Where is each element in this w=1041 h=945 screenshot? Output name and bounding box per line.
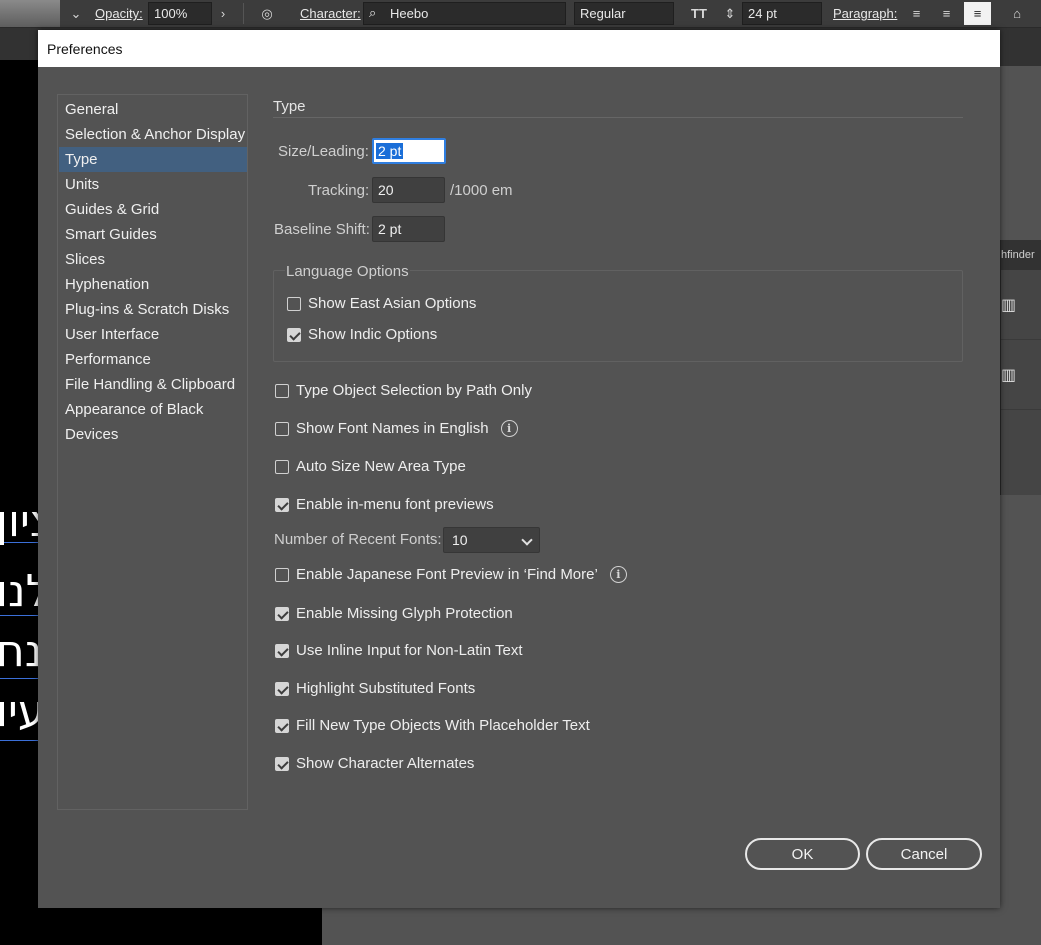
tracking-input[interactable]: 20 [372,177,445,203]
checkbox-label: Highlight Substituted Fonts [296,680,476,697]
size-leading-label: Size/Leading: [278,143,369,160]
checkbox-label: Enable in-menu font previews [296,496,494,513]
checkbox-label: Show East Asian Options [308,295,477,312]
paragraph-label[interactable]: Paragraph: [833,0,897,27]
baseline-shift-label: Baseline Shift: [274,221,370,238]
type-object-selection-path-only-checkbox[interactable]: Type Object Selection by Path Only [275,382,532,399]
category-general[interactable]: General [59,97,247,122]
font-size-input[interactable]: 24 pt [742,2,822,25]
fill-placeholder-text-checkbox[interactable]: Fill New Type Objects With Placeholder T… [275,717,590,734]
info-icon[interactable]: i [500,420,518,437]
ok-button[interactable]: OK [745,838,860,870]
pathfinder-panel: hfinder ▥ ▥ [1000,240,1041,495]
checkbox-checked-icon [275,643,289,658]
pathfinder-tab[interactable]: hfinder [1001,240,1041,270]
recolor-artwork-icon[interactable]: ◎ [255,2,279,25]
checkbox-checked-icon [275,497,289,512]
envelope-warp-icon[interactable]: ⌂ [1003,2,1031,25]
font-style-value: Regular [580,6,626,21]
baseline-shift-input[interactable]: 2 pt [372,216,445,242]
highlight-substituted-fonts-checkbox[interactable]: Highlight Substituted Fonts [275,680,475,697]
character-label[interactable]: Character: [300,0,361,27]
use-inline-input-checkbox[interactable]: Use Inline Input for Non-Latin Text [275,642,523,659]
enable-missing-glyph-protection-checkbox[interactable]: Enable Missing Glyph Protection [275,605,513,622]
show-font-names-english-checkbox[interactable]: Show Font Names in English i [275,420,518,437]
checkbox-unchecked-icon [275,383,289,398]
section-divider [273,117,963,118]
category-appearance-of-black[interactable]: Appearance of Black [59,397,247,422]
stepper-icon[interactable]: ⇕ [720,2,740,25]
align-right-icon[interactable]: ≡ [964,2,991,25]
checkbox-label: Auto Size New Area Type [296,458,466,475]
category-hyphenation[interactable]: Hyphenation [59,272,247,297]
recent-fonts-label: Number of Recent Fonts: [274,531,442,548]
font-family-select[interactable]: ⌕ Heebo [363,2,566,25]
checkbox-checked-icon [275,681,289,696]
chevron-down-icon [521,534,533,546]
font-family-value: Heebo [390,6,429,21]
checkbox-unchecked-icon [287,296,301,311]
tracking-label: Tracking: [308,182,370,199]
checkbox-label: Type Object Selection by Path Only [296,382,532,399]
control-bar: ⌄ Opacity: 100% › ◎ Character: ⌕ Heebo R… [0,0,1041,28]
checkbox-unchecked-icon [275,421,289,436]
checkbox-label: Show Indic Options [308,326,438,343]
chevron-right-icon[interactable]: › [212,2,234,25]
show-east-asian-options-checkbox[interactable]: Show East Asian Options [287,295,476,312]
enable-japanese-font-preview-checkbox[interactable]: Enable Japanese Font Preview in ‘Find Mo… [275,566,627,583]
auto-size-new-area-type-checkbox[interactable]: Auto Size New Area Type [275,458,466,475]
dialog-title: Preferences [38,30,1000,67]
chevron-down-icon[interactable]: ⌄ [64,2,88,25]
opacity-input[interactable]: 100% [148,2,212,25]
category-devices[interactable]: Devices [59,422,247,447]
checkbox-label: Use Inline Input for Non-Latin Text [296,642,523,659]
category-file-handling-clipboard[interactable]: File Handling & Clipboard [59,372,247,397]
category-user-interface[interactable]: User Interface [59,322,247,347]
checkbox-checked-icon [275,606,289,621]
checkbox-unchecked-icon [275,567,289,582]
size-leading-input[interactable]: 2 pt [372,138,446,164]
category-slices[interactable]: Slices [59,247,247,272]
show-indic-options-checkbox[interactable]: Show Indic Options [287,326,437,343]
preferences-dialog: Preferences General Selection & Anchor D… [38,30,1000,908]
checkbox-label: Enable Missing Glyph Protection [296,605,513,622]
font-style-select[interactable]: Regular [574,2,674,25]
tracking-unit: /1000 em [450,182,513,199]
language-options-group [273,270,963,362]
category-selection-anchor-display[interactable]: Selection & Anchor Display [59,122,247,147]
category-guides-grid[interactable]: Guides & Grid [59,197,247,222]
info-icon[interactable]: i [609,566,627,583]
cancel-button[interactable]: Cancel [866,838,982,870]
preferences-category-list: General Selection & Anchor Display Type … [57,94,248,810]
opacity-label[interactable]: Opacity: [95,0,143,27]
category-units[interactable]: Units [59,172,247,197]
category-type[interactable]: Type [59,147,247,172]
checkbox-checked-icon [287,327,301,342]
language-options-title: Language Options [285,263,410,280]
recent-fonts-select[interactable]: 10 [443,527,540,553]
checkbox-unchecked-icon [275,459,289,474]
checkbox-checked-icon [275,756,289,771]
category-plugins-scratch-disks[interactable]: Plug-ins & Scratch Disks [59,297,247,322]
distribute-icon[interactable]: ▥ [1001,365,1016,385]
section-title: Type [273,98,306,115]
align-left-icon[interactable]: ≡ [903,2,930,25]
category-smart-guides[interactable]: Smart Guides [59,222,247,247]
search-icon: ⌕ [369,5,377,20]
align-top-icon[interactable]: ▥ [1001,295,1016,315]
show-character-alternates-checkbox[interactable]: Show Character Alternates [275,755,474,772]
category-performance[interactable]: Performance [59,347,247,372]
align-center-icon[interactable]: ≡ [933,2,960,25]
font-size-icon: TT [691,6,707,21]
checkbox-label: Fill New Type Objects With Placeholder T… [296,717,590,734]
checkbox-label: Enable Japanese Font Preview in ‘Find Mo… [296,566,598,583]
checkbox-checked-icon [275,718,289,733]
checkbox-label: Show Character Alternates [296,755,475,772]
checkbox-label: Show Font Names in English [296,420,489,437]
enable-in-menu-font-previews-checkbox[interactable]: Enable in-menu font previews [275,496,494,513]
recent-fonts-value: 10 [452,532,468,548]
size-leading-value: 2 pt [376,143,404,159]
